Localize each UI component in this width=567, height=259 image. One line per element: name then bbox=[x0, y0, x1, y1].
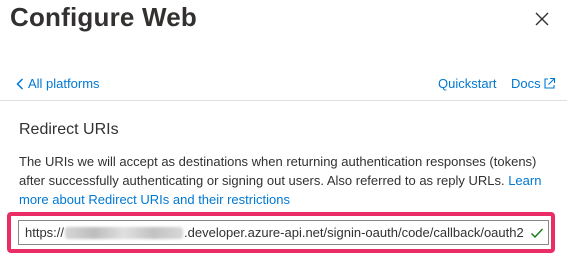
quickstart-link[interactable]: Quickstart bbox=[438, 76, 497, 91]
configure-web-panel: Configure Web All platforms Quickstart D… bbox=[0, 0, 567, 259]
close-button[interactable] bbox=[532, 9, 552, 29]
docs-link-label: Docs bbox=[511, 76, 541, 91]
back-link-label: All platforms bbox=[28, 76, 100, 91]
checkmark-icon bbox=[531, 228, 544, 238]
page-title: Configure Web bbox=[10, 2, 197, 32]
uri-suffix: .developer.azure-api.net/signin-oauth/co… bbox=[184, 225, 524, 240]
back-to-platforms-link[interactable]: All platforms bbox=[16, 76, 100, 91]
docs-link[interactable]: Docs bbox=[511, 76, 556, 91]
redirect-uri-input[interactable]: https:// .developer.azure-api.net/signin… bbox=[19, 221, 530, 244]
uri-prefix: https:// bbox=[25, 225, 65, 240]
close-icon bbox=[535, 12, 549, 26]
nav-row: All platforms Quickstart Docs bbox=[0, 66, 567, 101]
redirect-uris-description: The URIs we will accept as destinations … bbox=[19, 152, 554, 209]
description-text: The URIs we will accept as destinations … bbox=[19, 154, 537, 188]
redirect-uri-field[interactable]: https:// .developer.azure-api.net/signin… bbox=[18, 220, 549, 245]
redirect-uris-heading: Redirect URIs bbox=[19, 121, 119, 138]
chevron-left-icon bbox=[16, 77, 24, 90]
external-link-icon bbox=[544, 77, 555, 89]
redacted-subdomain bbox=[65, 226, 184, 239]
